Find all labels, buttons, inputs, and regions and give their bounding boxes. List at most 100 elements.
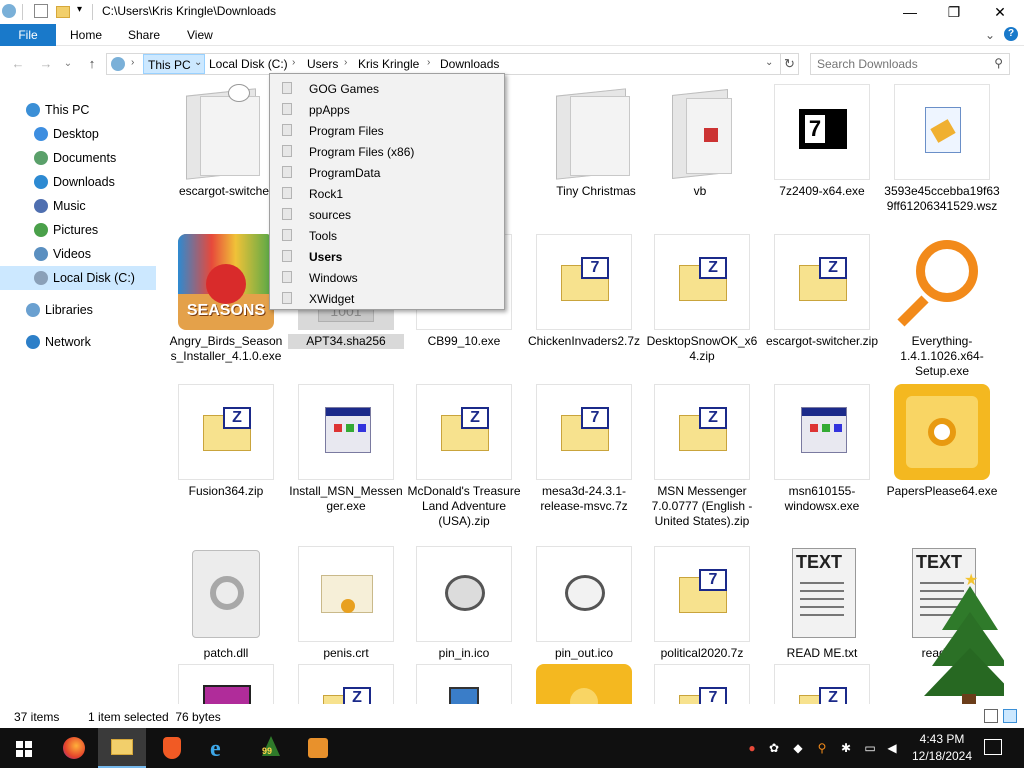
tab-view[interactable]: View [187,24,213,46]
tree-app-taskbar-button[interactable]: 99 [246,728,294,768]
breadcrumb-this-pc[interactable]: This PC ⌄ [143,54,205,74]
file-item[interactable]: TEXT READ ME.txt [764,546,874,666]
start-button[interactable] [0,728,48,768]
tab-file[interactable]: File [0,24,56,46]
dropdown-item-xwidget[interactable]: XWidget [270,288,504,309]
chevron-down-icon[interactable]: ⌄ [194,57,202,68]
file-item[interactable]: Everything-1.4.1.1026.x64-Setup.exe [884,234,994,384]
up-button[interactable]: ↑ [84,55,100,73]
file-item[interactable]: Z [288,664,398,704]
address-dropdown-icon[interactable]: ⌄ [765,57,773,68]
ribbon-expand-icon[interactable]: ⌄ [985,24,995,46]
customize-toolbar-icon[interactable]: ▾ [77,4,82,20]
dropdown-item-windows[interactable]: Windows [270,267,504,288]
file-item[interactable]: Z Fusion364.zip [168,384,278,524]
search-box[interactable]: ⚲ [810,53,1010,75]
file-item[interactable]: PapersPlease64.exe [884,384,997,524]
sidebar-item-downloads[interactable]: Downloads [0,170,156,194]
internet-explorer-taskbar-button[interactable]: e [198,728,246,768]
dropdown-item-programdata[interactable]: ProgramData [270,162,504,183]
dropdown-item-program-files[interactable]: Program Files [270,120,504,141]
chevron-right-icon[interactable]: › [292,57,295,68]
tab-home[interactable]: Home [70,24,102,46]
app-tray-icon[interactable]: ✿ [766,740,782,756]
properties-icon[interactable] [34,4,48,18]
sidebar-item-documents[interactable]: Documents [0,146,156,170]
location-icon[interactable]: ● [744,740,760,756]
snowflake-icon[interactable]: ✱ [838,740,854,756]
breadcrumb-users[interactable]: Users [307,57,338,71]
file-item[interactable]: 7 [644,664,754,704]
breadcrumb-downloads[interactable]: Downloads [440,57,499,71]
dropdown-item-ppapps[interactable]: ppApps [270,99,504,120]
sidebar-item-this-pc[interactable]: This PC [0,98,156,122]
dropdown-item-tools[interactable]: Tools [270,225,504,246]
brave-taskbar-button[interactable] [148,728,196,768]
dropdown-item-gog-games[interactable]: GOG Games [270,78,504,99]
file-item[interactable]: 7 7z2409-x64.exe [764,84,874,224]
sidebar-item-local-disk[interactable]: Local Disk (C:) [0,266,156,290]
file-item[interactable]: patch.dll [168,546,278,666]
chevron-right-icon[interactable]: › [344,57,347,68]
media-player-taskbar-button[interactable] [294,728,342,768]
dropdown-item-program-files-x86[interactable]: Program Files (x86) [270,141,504,162]
forward-button[interactable]: → [38,55,54,73]
file-item[interactable] [168,664,278,704]
network-tray-icon[interactable]: ▭ [862,740,878,756]
file-item[interactable] [526,664,636,704]
back-button[interactable]: ← [10,55,26,73]
file-item[interactable]: msn610155-windowsx.exe [764,384,874,524]
close-button[interactable]: ✕ [977,0,1023,24]
dropdown-item-rock1[interactable]: Rock1 [270,183,504,204]
breadcrumb-local-disk[interactable]: Local Disk (C:) [209,57,288,71]
address-bar[interactable]: › This PC ⌄ Local Disk (C:) › Users › Kr… [106,53,781,75]
file-item[interactable]: Z escargot-switcher.zip [764,234,878,374]
dropdown-item-sources[interactable]: sources [270,204,504,225]
sidebar-item-music[interactable]: Music [0,194,156,218]
file-item[interactable]: Z DesktopSnowOK_x64.zip [644,234,757,374]
file-item[interactable]: 7 political2020.7z [644,546,754,666]
sidebar-item-network[interactable]: Network [0,330,156,354]
help-icon[interactable]: ? [1004,27,1018,41]
file-explorer-taskbar-button[interactable] [98,728,146,768]
clock-time[interactable]: 4:43 PM [904,732,980,746]
sidebar-item-desktop[interactable]: Desktop [0,122,156,146]
refresh-button[interactable]: ↻ [781,53,799,75]
search-icon[interactable]: ⚲ [994,56,1003,70]
file-item[interactable]: 3593e45ccebba19f639ff61206341529.wsz [884,84,1000,234]
file-item[interactable]: escargot-switcher [168,84,278,224]
file-item[interactable]: 7 ChickenInvaders2.7z [526,234,640,374]
file-item[interactable]: Z MSN Messenger 7.0.0777 (English - Unit… [644,384,754,544]
file-item[interactable]: pin_out.ico [526,546,636,666]
new-folder-icon[interactable] [56,6,70,18]
file-item[interactable] [406,664,516,704]
droplet-icon[interactable]: ◆ [790,740,806,756]
maximize-button[interactable]: ❐ [931,0,977,24]
everything-tray-icon[interactable]: ⚲ [814,740,830,756]
explorer-icon[interactable] [2,4,16,18]
firefox-taskbar-button[interactable] [50,728,98,768]
breadcrumb-kris-kringle[interactable]: Kris Kringle [358,57,419,71]
sidebar-item-libraries[interactable]: Libraries [0,298,156,322]
large-icons-view-icon[interactable] [1003,709,1017,723]
tab-share[interactable]: Share [128,24,160,46]
chevron-right-icon[interactable]: › [427,57,430,68]
file-item[interactable]: Tiny Christmas [538,84,648,224]
search-input[interactable] [817,56,987,72]
chevron-right-icon[interactable]: › [131,57,134,68]
volume-icon[interactable]: ◀ [884,740,900,756]
details-view-icon[interactable] [984,709,998,723]
file-item[interactable]: Z [764,664,874,704]
sidebar-item-videos[interactable]: Videos [0,242,156,266]
recent-locations-button[interactable]: ⌄ [60,55,76,73]
file-item[interactable]: pin_in.ico [406,546,516,666]
file-item[interactable]: vb [642,84,752,224]
sidebar-item-pictures[interactable]: Pictures [0,218,156,242]
file-item[interactable]: Install_MSN_Messenger.exe [288,384,403,524]
christmas-tree-widget[interactable]: ★ [924,570,1004,704]
file-item[interactable]: penis.crt [288,546,398,666]
dropdown-item-users[interactable]: Users [270,246,504,267]
clock-date[interactable]: 12/18/2024 [904,749,980,763]
minimize-button[interactable]: — [887,0,933,24]
file-item[interactable]: 7 mesa3d-24.3.1-release-msvc.7z [526,384,636,524]
